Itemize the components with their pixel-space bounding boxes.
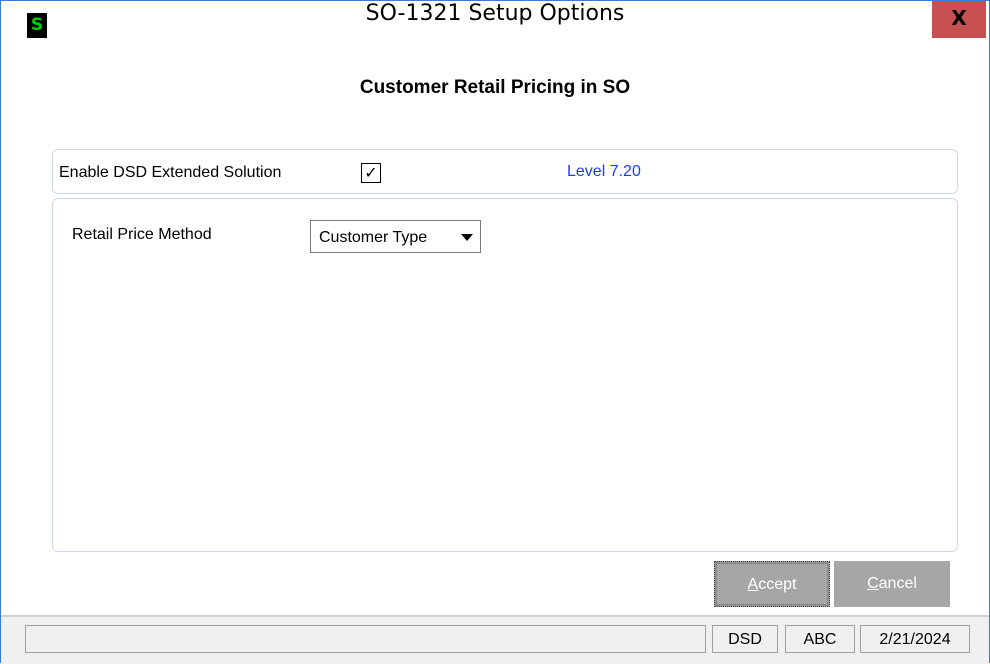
window-title: SO-1321 Setup Options — [365, 1, 625, 26]
cancel-button[interactable]: Cancel — [834, 561, 950, 607]
enable-dsd-label: Enable DSD Extended Solution — [59, 164, 282, 181]
retail-price-method-label: Retail Price Method — [72, 226, 212, 243]
status-company: ABC — [785, 625, 855, 653]
close-button[interactable]: X — [932, 1, 986, 38]
cancel-mnemonic: C — [867, 575, 879, 592]
page-heading: Customer Retail Pricing in SO — [359, 77, 631, 98]
status-company-code: DSD — [712, 625, 778, 653]
options-panel — [52, 198, 958, 552]
accept-button[interactable]: Accept — [714, 561, 830, 607]
retail-price-method-value: Customer Type — [319, 229, 428, 246]
accept-label: ccept — [758, 576, 797, 593]
retail-price-method-select[interactable]: Customer Type — [310, 220, 481, 253]
enable-dsd-checkbox[interactable]: ✓ — [361, 163, 381, 183]
dropdown-arrow-icon — [461, 234, 473, 241]
setup-options-window: S SO-1321 Setup Options X Customer Retai… — [0, 0, 990, 664]
status-bar: DSD ABC 2/21/2024 — [1, 615, 989, 664]
status-date: 2/21/2024 — [860, 625, 970, 653]
status-message — [25, 625, 706, 653]
level-label: Level 7.20 — [567, 163, 641, 180]
cancel-label: ancel — [878, 575, 917, 592]
title-bar: S SO-1321 Setup Options X — [1, 1, 989, 63]
accept-mnemonic: A — [747, 576, 759, 593]
